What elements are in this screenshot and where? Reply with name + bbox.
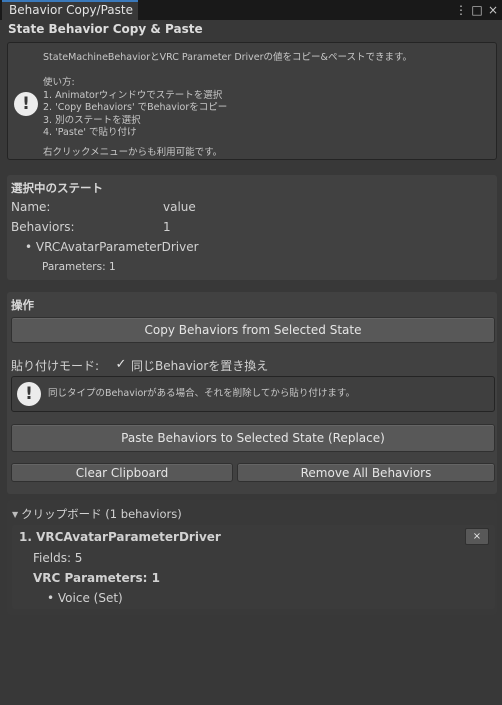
help-usage-title: 使い方: — [43, 77, 75, 88]
tab-title: Behavior Copy/Paste — [9, 3, 133, 17]
behavior-item: • VRCAvatarParameterDriver — [25, 240, 199, 254]
behaviors-value: 1 — [163, 220, 171, 234]
kebab-menu-icon[interactable]: ⋮ — [454, 0, 468, 20]
parameters-count: Parameters: 1 — [42, 261, 116, 273]
parameter-item: • Voice (Set) — [47, 591, 123, 605]
help-context-menu: 右クリックメニューからも利用可能です。 — [43, 147, 223, 158]
selected-state-header: 選択中のステート — [11, 181, 103, 195]
clipboard-item-title: 1. VRCAvatarParameterDriver — [19, 530, 221, 544]
paste-behaviors-button[interactable]: Paste Behaviors to Selected State (Repla… — [11, 424, 495, 452]
paste-mode-label: 貼り付けモード: — [11, 359, 100, 373]
remove-clipboard-item-button[interactable]: × — [465, 528, 489, 545]
help-step: 2. 'Copy Behaviors' でBehaviorをコピー — [43, 102, 228, 113]
close-icon: × — [472, 531, 482, 542]
name-label: Name: — [11, 200, 51, 214]
fields-count: Fields: 5 — [33, 551, 83, 565]
help-step: 1. Animatorウィンドウでステートを選択 — [43, 89, 223, 101]
name-value: value — [163, 200, 196, 214]
tab-bar: Behavior Copy/Paste ⋮ □ × — [0, 0, 502, 20]
behaviors-label: Behaviors: — [11, 220, 75, 234]
warning-icon: ! — [17, 382, 41, 406]
clipboard-foldout-label: クリップボード (1 behaviors) — [21, 507, 182, 521]
clear-clipboard-button[interactable]: Clear Clipboard — [11, 463, 233, 482]
operations-header: 操作 — [11, 298, 34, 312]
vrc-parameters-count: VRC Parameters: 1 — [33, 571, 161, 585]
help-step: 4. 'Paste' で貼り付け — [43, 127, 137, 138]
warning-icon: ! — [14, 92, 38, 116]
usage-help-box: ! StateMachineBehaviorとVRC Parameter Dri… — [7, 42, 497, 160]
help-intro: StateMachineBehaviorとVRC Parameter Drive… — [43, 52, 413, 63]
copy-behaviors-button[interactable]: Copy Behaviors from Selected State — [11, 317, 495, 343]
close-icon[interactable]: × — [486, 0, 500, 20]
remove-all-behaviors-button[interactable]: Remove All Behaviors — [237, 463, 495, 482]
maximize-icon[interactable]: □ — [470, 0, 484, 20]
clipboard-foldout[interactable]: ▼ クリップボード (1 behaviors) — [12, 506, 182, 522]
help-step: 3. 別のステートを選択 — [43, 114, 141, 126]
replace-help-text: 同じタイプのBehaviorがある場合、それを削除してから貼り付けます。 — [48, 388, 355, 399]
foldout-triangle-icon: ▼ — [12, 510, 19, 519]
replace-checkbox-label[interactable]: 同じBehaviorを置き換え — [131, 357, 268, 374]
check-icon: ✓ — [115, 356, 127, 372]
page-title: State Behavior Copy & Paste — [8, 22, 203, 36]
tab-behavior-copy-paste[interactable]: Behavior Copy/Paste — [2, 0, 138, 20]
replace-checkbox[interactable]: ✓ — [114, 356, 128, 372]
replace-help-box: ! 同じタイプのBehaviorがある場合、それを削除してから貼り付けます。 — [11, 376, 495, 412]
